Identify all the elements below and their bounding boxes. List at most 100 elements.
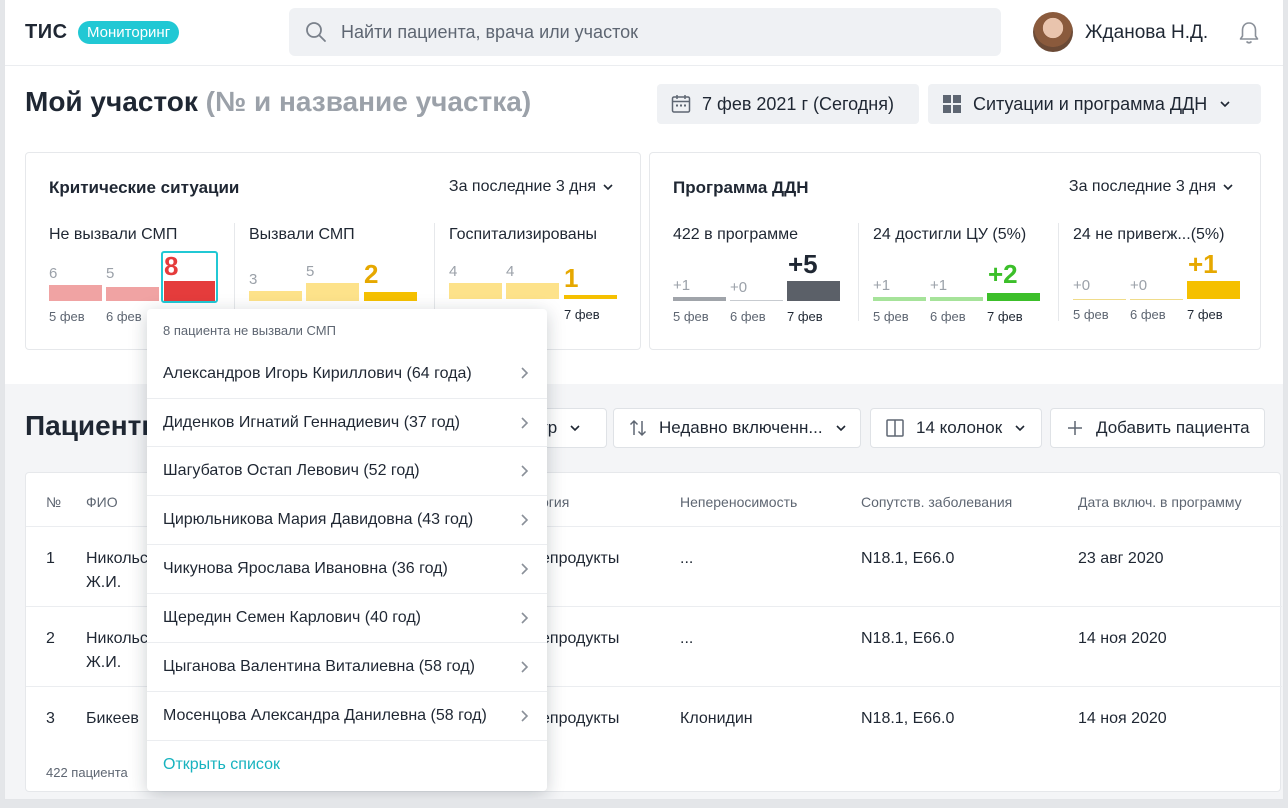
- cell-allergy: епродукты: [541, 630, 620, 647]
- critical-period-select[interactable]: За последние 3 дня: [449, 178, 614, 196]
- bar[interactable]: [306, 283, 359, 301]
- ddn-program-card: Программа ДДН За последние 3 дня 422 в п…: [649, 152, 1261, 350]
- bar[interactable]: [673, 297, 726, 301]
- chevron-right-icon: [521, 612, 529, 624]
- list-item[interactable]: Цирюльникова Мария Давидовна (43 год): [147, 495, 547, 544]
- cell-intolerance: ...: [680, 630, 694, 647]
- metric-divider: [1058, 223, 1059, 321]
- chevron-down-icon: [570, 425, 580, 432]
- bar-date: 6 фев: [1130, 307, 1166, 322]
- bell-icon[interactable]: [1237, 20, 1261, 46]
- bar[interactable]: [1073, 299, 1126, 300]
- bar[interactable]: [1130, 299, 1183, 300]
- calendar-icon: [671, 95, 691, 113]
- bar[interactable]: [49, 285, 102, 301]
- cell-date: 14 ноя 2020: [1078, 710, 1167, 727]
- bar[interactable]: [930, 297, 983, 301]
- bar-value: 5: [106, 265, 115, 282]
- column-header[interactable]: Дата включ. в программу: [1078, 494, 1242, 510]
- page-title: Мой участок (№ и название участка): [25, 86, 531, 118]
- column-header[interactable]: №: [46, 494, 61, 510]
- plus-icon: [1068, 421, 1082, 435]
- date-label: 7 фев 2021 г (Сегодня): [702, 93, 894, 114]
- cell-name: Бикеев: [86, 710, 139, 727]
- column-header[interactable]: Сопутств. заболевания: [861, 494, 1012, 510]
- column-header[interactable]: ФИО: [86, 494, 118, 510]
- bar-current[interactable]: [1187, 281, 1240, 299]
- search-icon: [306, 22, 326, 42]
- sort-label: Недавно включенн...: [659, 418, 823, 437]
- metric-in-program[interactable]: 422 в программе +1 5 фев +0 6 фев +5 7 ф…: [673, 223, 863, 333]
- list-item[interactable]: Мосенцова Александра Данилевна (58 год): [147, 691, 547, 740]
- columns-label: 14 колонок: [916, 418, 1003, 437]
- metric-label: Вызвали СМП: [249, 226, 355, 243]
- metric-divider: [234, 223, 235, 321]
- metric-label: 24 достигли ЦУ (5%): [873, 226, 1027, 243]
- bar-current[interactable]: [787, 281, 840, 301]
- list-item-label: Чикунова Ярослава Ивановна (36 год): [163, 560, 448, 577]
- date-picker-button[interactable]: 7 фев 2021 г (Сегодня): [657, 84, 919, 124]
- bar-value-current: +1: [1188, 249, 1218, 279]
- popover-header: 8 пациента не вызвали СМП: [163, 323, 336, 338]
- list-item[interactable]: Диденков Игнатий Геннадиевич (37 год): [147, 398, 547, 447]
- chevron-right-icon: [521, 367, 529, 379]
- bar-date: 7 фев: [564, 307, 600, 322]
- cell-allergy: епродукты: [541, 550, 620, 567]
- bar[interactable]: [873, 297, 926, 301]
- bar-value-current: 1: [564, 263, 579, 293]
- chevron-right-icon: [521, 661, 529, 673]
- bar-current[interactable]: [364, 292, 417, 301]
- bar-date: 5 фев: [873, 309, 909, 324]
- patients-count: 422 пациента: [46, 765, 128, 780]
- bar[interactable]: [249, 291, 302, 301]
- list-item[interactable]: Шагубатов Остап Левович (52 год): [147, 446, 547, 495]
- avatar[interactable]: [1033, 12, 1073, 52]
- list-item[interactable]: Цыганова Валентина Виталиевна (58 год): [147, 642, 547, 691]
- divider: [147, 740, 547, 741]
- logo[interactable]: ТИС: [25, 21, 68, 44]
- columns-button[interactable]: 14 колонок: [870, 408, 1042, 448]
- list-item[interactable]: Щередин Семен Карлович (40 год): [147, 593, 547, 642]
- cell-allergy: епродукты: [541, 710, 620, 727]
- bar-current[interactable]: [164, 281, 215, 301]
- open-list-link[interactable]: Открыть список: [163, 756, 280, 774]
- bar[interactable]: [449, 283, 502, 299]
- sort-icon: [629, 419, 647, 437]
- bar[interactable]: [730, 300, 783, 301]
- bar-value-current: +2: [988, 259, 1018, 289]
- bar-value: 4: [449, 263, 458, 280]
- cell-name: Никольс Ж.И.: [86, 550, 148, 591]
- metric-reached-target[interactable]: 24 достигли ЦУ (5%) +1 5 фев +1 6 фев +2…: [873, 223, 1063, 333]
- bar-date: 7 фев: [1187, 307, 1223, 322]
- chevron-right-icon: [521, 465, 529, 477]
- chevron-right-icon: [521, 417, 529, 429]
- list-item-label: Мосенцова Александра Данилевна (58 год): [163, 707, 487, 724]
- sort-button[interactable]: Недавно включенн...: [613, 408, 861, 448]
- metric-non-adherent[interactable]: 24 не привerж...(5%) +0 5 фев +0 6 фев +…: [1073, 223, 1263, 333]
- metric-label: 24 не привerж...(5%): [1073, 226, 1225, 243]
- bar-current[interactable]: [987, 293, 1040, 301]
- page-title-main: Мой участок: [25, 86, 198, 117]
- chevron-right-icon: [521, 514, 529, 526]
- user-name[interactable]: Жданова Н.Д.: [1085, 22, 1208, 44]
- cell-name: Никольс Ж.И.: [86, 630, 148, 671]
- patients-title: Пациенты: [25, 410, 166, 441]
- search-box[interactable]: [289, 8, 1001, 56]
- list-item[interactable]: Чикунова Ярослава Ивановна (36 год): [147, 544, 547, 593]
- bar[interactable]: [506, 283, 559, 299]
- bar-value: 5: [306, 263, 315, 280]
- search-input[interactable]: [341, 8, 981, 56]
- add-patient-button[interactable]: Добавить пациента: [1050, 408, 1265, 448]
- list-item[interactable]: Александров Игорь Кириллович (64 года): [147, 349, 547, 398]
- view-select-button[interactable]: Ситуации и программа ДДН: [928, 84, 1261, 124]
- chevron-down-icon: [603, 184, 613, 191]
- list-item-label: Щередин Семен Карлович (40 год): [163, 609, 421, 626]
- bar-value: 6: [49, 265, 58, 282]
- column-header[interactable]: Непереносимость: [680, 494, 797, 510]
- ddn-period-select[interactable]: За последние 3 дня: [1069, 178, 1234, 196]
- bar-value-current: +5: [788, 249, 818, 279]
- not-called-patients-popover: 8 пациента не вызвали СМП Александров Иг…: [147, 309, 547, 791]
- list-item-label: Цыганова Валентина Виталиевна (58 год): [163, 658, 475, 675]
- bar[interactable]: [106, 287, 159, 301]
- bar-current[interactable]: [564, 295, 617, 299]
